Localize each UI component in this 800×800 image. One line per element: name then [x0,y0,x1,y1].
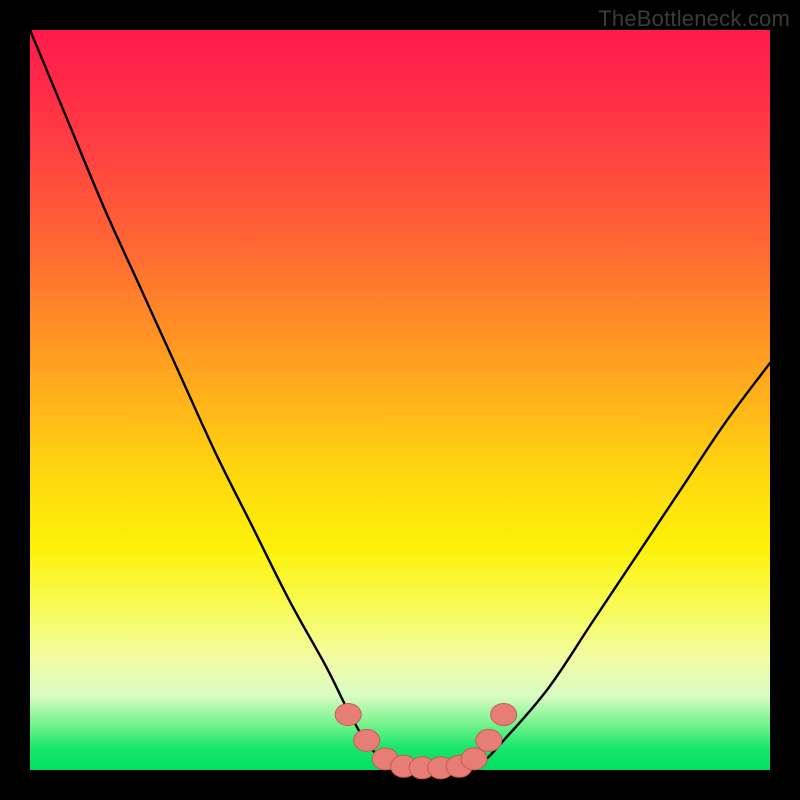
curve-marker [354,729,380,751]
curve-marker [476,729,502,751]
curve-marker [491,704,517,726]
curve-svg [30,30,770,770]
plot-area [30,30,770,770]
watermark-text: TheBottleneck.com [598,6,790,32]
curve-marker [335,704,361,726]
chart-frame: TheBottleneck.com [0,0,800,800]
marker-group [335,704,516,779]
bottleneck-curve-path [30,30,770,771]
curve-marker [461,748,487,770]
